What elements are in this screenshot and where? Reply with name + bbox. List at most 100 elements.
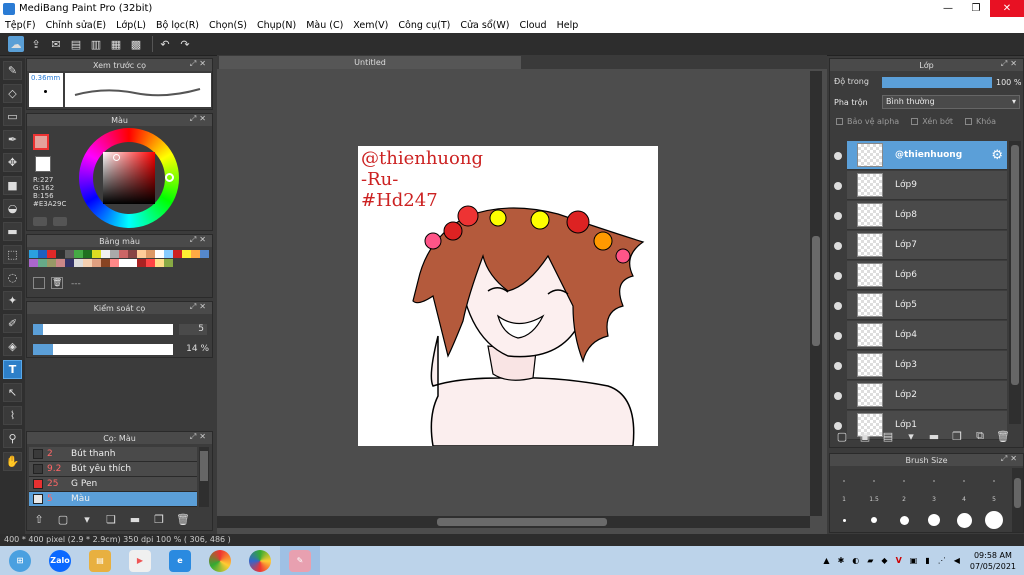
brush-size-dot-small[interactable]: [933, 480, 935, 482]
palette-swatch[interactable]: [47, 259, 56, 267]
color-mode-button[interactable]: [33, 217, 47, 226]
palette-swatch[interactable]: [92, 259, 101, 267]
nvidia-icon[interactable]: ▰: [867, 556, 873, 565]
dropper-tool-icon[interactable]: ⚲: [3, 429, 22, 448]
material-icon[interactable]: ▦: [108, 36, 124, 52]
lock-checkbox[interactable]: [964, 118, 972, 125]
copy-brush-icon[interactable]: ❏: [103, 511, 119, 527]
palette-swatch[interactable]: [146, 250, 155, 258]
saturation-picker[interactable]: [113, 154, 120, 161]
duplicate-icon[interactable]: ❐: [151, 511, 167, 527]
brush-size-dot[interactable]: [871, 517, 877, 523]
menu-color[interactable]: Màu (C): [301, 20, 348, 31]
palette-swatch[interactable]: [65, 259, 74, 267]
palette-swatch[interactable]: [92, 250, 101, 258]
palette-swatch[interactable]: [101, 259, 110, 267]
start-button[interactable]: ⊞: [0, 546, 40, 575]
brush-tool-icon[interactable]: ✎: [3, 61, 22, 80]
drawing-canvas[interactable]: @thienhuong -Ru- #Hd247: [358, 146, 658, 447]
windows-start-icon[interactable]: ⊞: [9, 549, 31, 572]
panel-controls-icon[interactable]: ⤢✕: [190, 235, 209, 245]
brush-item[interactable]: 2 Bút thanh: [29, 447, 197, 462]
medibang-icon[interactable]: ✎: [289, 549, 311, 572]
brush-size-dot-small[interactable]: [963, 480, 965, 482]
palette-swatch[interactable]: [56, 250, 65, 258]
palette-swatch[interactable]: [164, 250, 173, 258]
rect-tool-icon[interactable]: ▭: [3, 107, 22, 126]
palette-swatch[interactable]: [110, 259, 119, 267]
brush-size-dot[interactable]: [985, 511, 1003, 529]
layer-item[interactable]: Lớp5: [847, 291, 1007, 320]
document-icon[interactable]: ▤: [68, 36, 84, 52]
pen-tool-icon[interactable]: ✒: [3, 130, 22, 149]
scroll-thumb[interactable]: [437, 518, 607, 526]
palette-swatch[interactable]: [137, 259, 146, 267]
bucket-tool-icon[interactable]: ◒: [3, 199, 22, 218]
gradient-tool-icon[interactable]: ▬: [3, 222, 22, 241]
palette-swatch[interactable]: [128, 259, 137, 267]
menu-select[interactable]: Chọn(S): [204, 20, 252, 31]
palette-swatch[interactable]: [164, 259, 173, 267]
panel-controls-icon[interactable]: ⤢✕: [1001, 454, 1020, 464]
brush-list-scrollbar[interactable]: [199, 447, 209, 507]
taskbar-medibang[interactable]: ✎: [280, 546, 320, 575]
select-eraser-tool-icon[interactable]: ◈: [3, 337, 22, 356]
menu-window[interactable]: Cửa sổ(W): [455, 20, 514, 31]
hue-picker[interactable]: [165, 173, 174, 182]
layer-item[interactable]: Lớp6: [847, 261, 1007, 290]
minimize-button[interactable]: —: [934, 0, 962, 17]
internet-explorer-icon[interactable]: e: [169, 549, 191, 572]
brush-size-scrollbar[interactable]: [1012, 468, 1023, 532]
layer-visibility-icon[interactable]: [834, 362, 842, 370]
palette-swatch[interactable]: [119, 250, 128, 258]
menu-snap[interactable]: Chụp(N): [252, 20, 301, 31]
layer-item[interactable]: Lớp9: [847, 171, 1007, 200]
layer-folder-icon[interactable]: ▬: [926, 428, 942, 444]
brush-item[interactable]: 5 Màu: [29, 492, 197, 507]
color-options-button[interactable]: [53, 217, 67, 226]
browser-icon[interactable]: [249, 549, 271, 572]
palette-swatch[interactable]: [110, 250, 119, 258]
brush-size-dot-small[interactable]: [903, 480, 905, 482]
bluetooth-icon[interactable]: ✱: [838, 556, 845, 565]
palette-swatch[interactable]: [74, 259, 83, 267]
palette-swatch[interactable]: [119, 259, 128, 267]
canvas-horizontal-scrollbar[interactable]: [217, 516, 810, 528]
menu-file[interactable]: Tệp(F): [0, 20, 41, 31]
brush-size-dot[interactable]: [928, 514, 940, 526]
duplicate-layer-icon[interactable]: ❐: [949, 428, 965, 444]
layer-item[interactable]: Lớp7: [847, 231, 1007, 260]
layer-item[interactable]: Lớp4: [847, 321, 1007, 350]
panel-controls-icon[interactable]: ⤢✕: [190, 59, 209, 69]
layer-item[interactable]: Lớp8: [847, 201, 1007, 230]
canvas-vertical-scrollbar[interactable]: [810, 71, 822, 516]
printer-icon[interactable]: ▣: [910, 556, 918, 565]
palette-swatch[interactable]: [173, 250, 182, 258]
menu-layer[interactable]: Lớp(L): [111, 20, 151, 31]
wifi-icon[interactable]: ⋰: [938, 556, 946, 565]
saturation-square[interactable]: [103, 152, 155, 204]
operation-tool-icon[interactable]: ↖: [3, 383, 22, 402]
panel-controls-icon[interactable]: ⤢✕: [190, 302, 209, 312]
tray-expand-icon[interactable]: ▲: [823, 556, 829, 565]
palette-swatch[interactable]: [38, 259, 47, 267]
redo-icon[interactable]: ↷: [177, 36, 193, 52]
layer-visibility-icon[interactable]: [834, 272, 842, 280]
lasso-tool-icon[interactable]: ◌: [3, 268, 22, 287]
taskbar-zalo[interactable]: Zalo: [40, 546, 80, 575]
foreground-color-swatch[interactable]: [33, 134, 49, 150]
taskbar-media[interactable]: ▶: [120, 546, 160, 575]
taskbar-ie[interactable]: e: [160, 546, 200, 575]
layer-visibility-icon[interactable]: [834, 182, 842, 190]
palette-swatch[interactable]: [83, 259, 92, 267]
new-8bit-layer-icon[interactable]: ▤: [880, 428, 896, 444]
palette-swatch[interactable]: [182, 250, 191, 258]
palette-swatch[interactable]: [200, 250, 209, 258]
cloud-icon[interactable]: ☁: [8, 36, 24, 52]
delete-brush-icon[interactable]: 🗑: [175, 511, 191, 527]
taskbar-files[interactable]: ▤: [80, 546, 120, 575]
move-tool-icon[interactable]: ✥: [3, 153, 22, 172]
select-pen-tool-icon[interactable]: ✐: [3, 314, 22, 333]
tray-app-icon[interactable]: ◐: [852, 556, 859, 565]
brush-size-dot[interactable]: [899, 515, 909, 525]
